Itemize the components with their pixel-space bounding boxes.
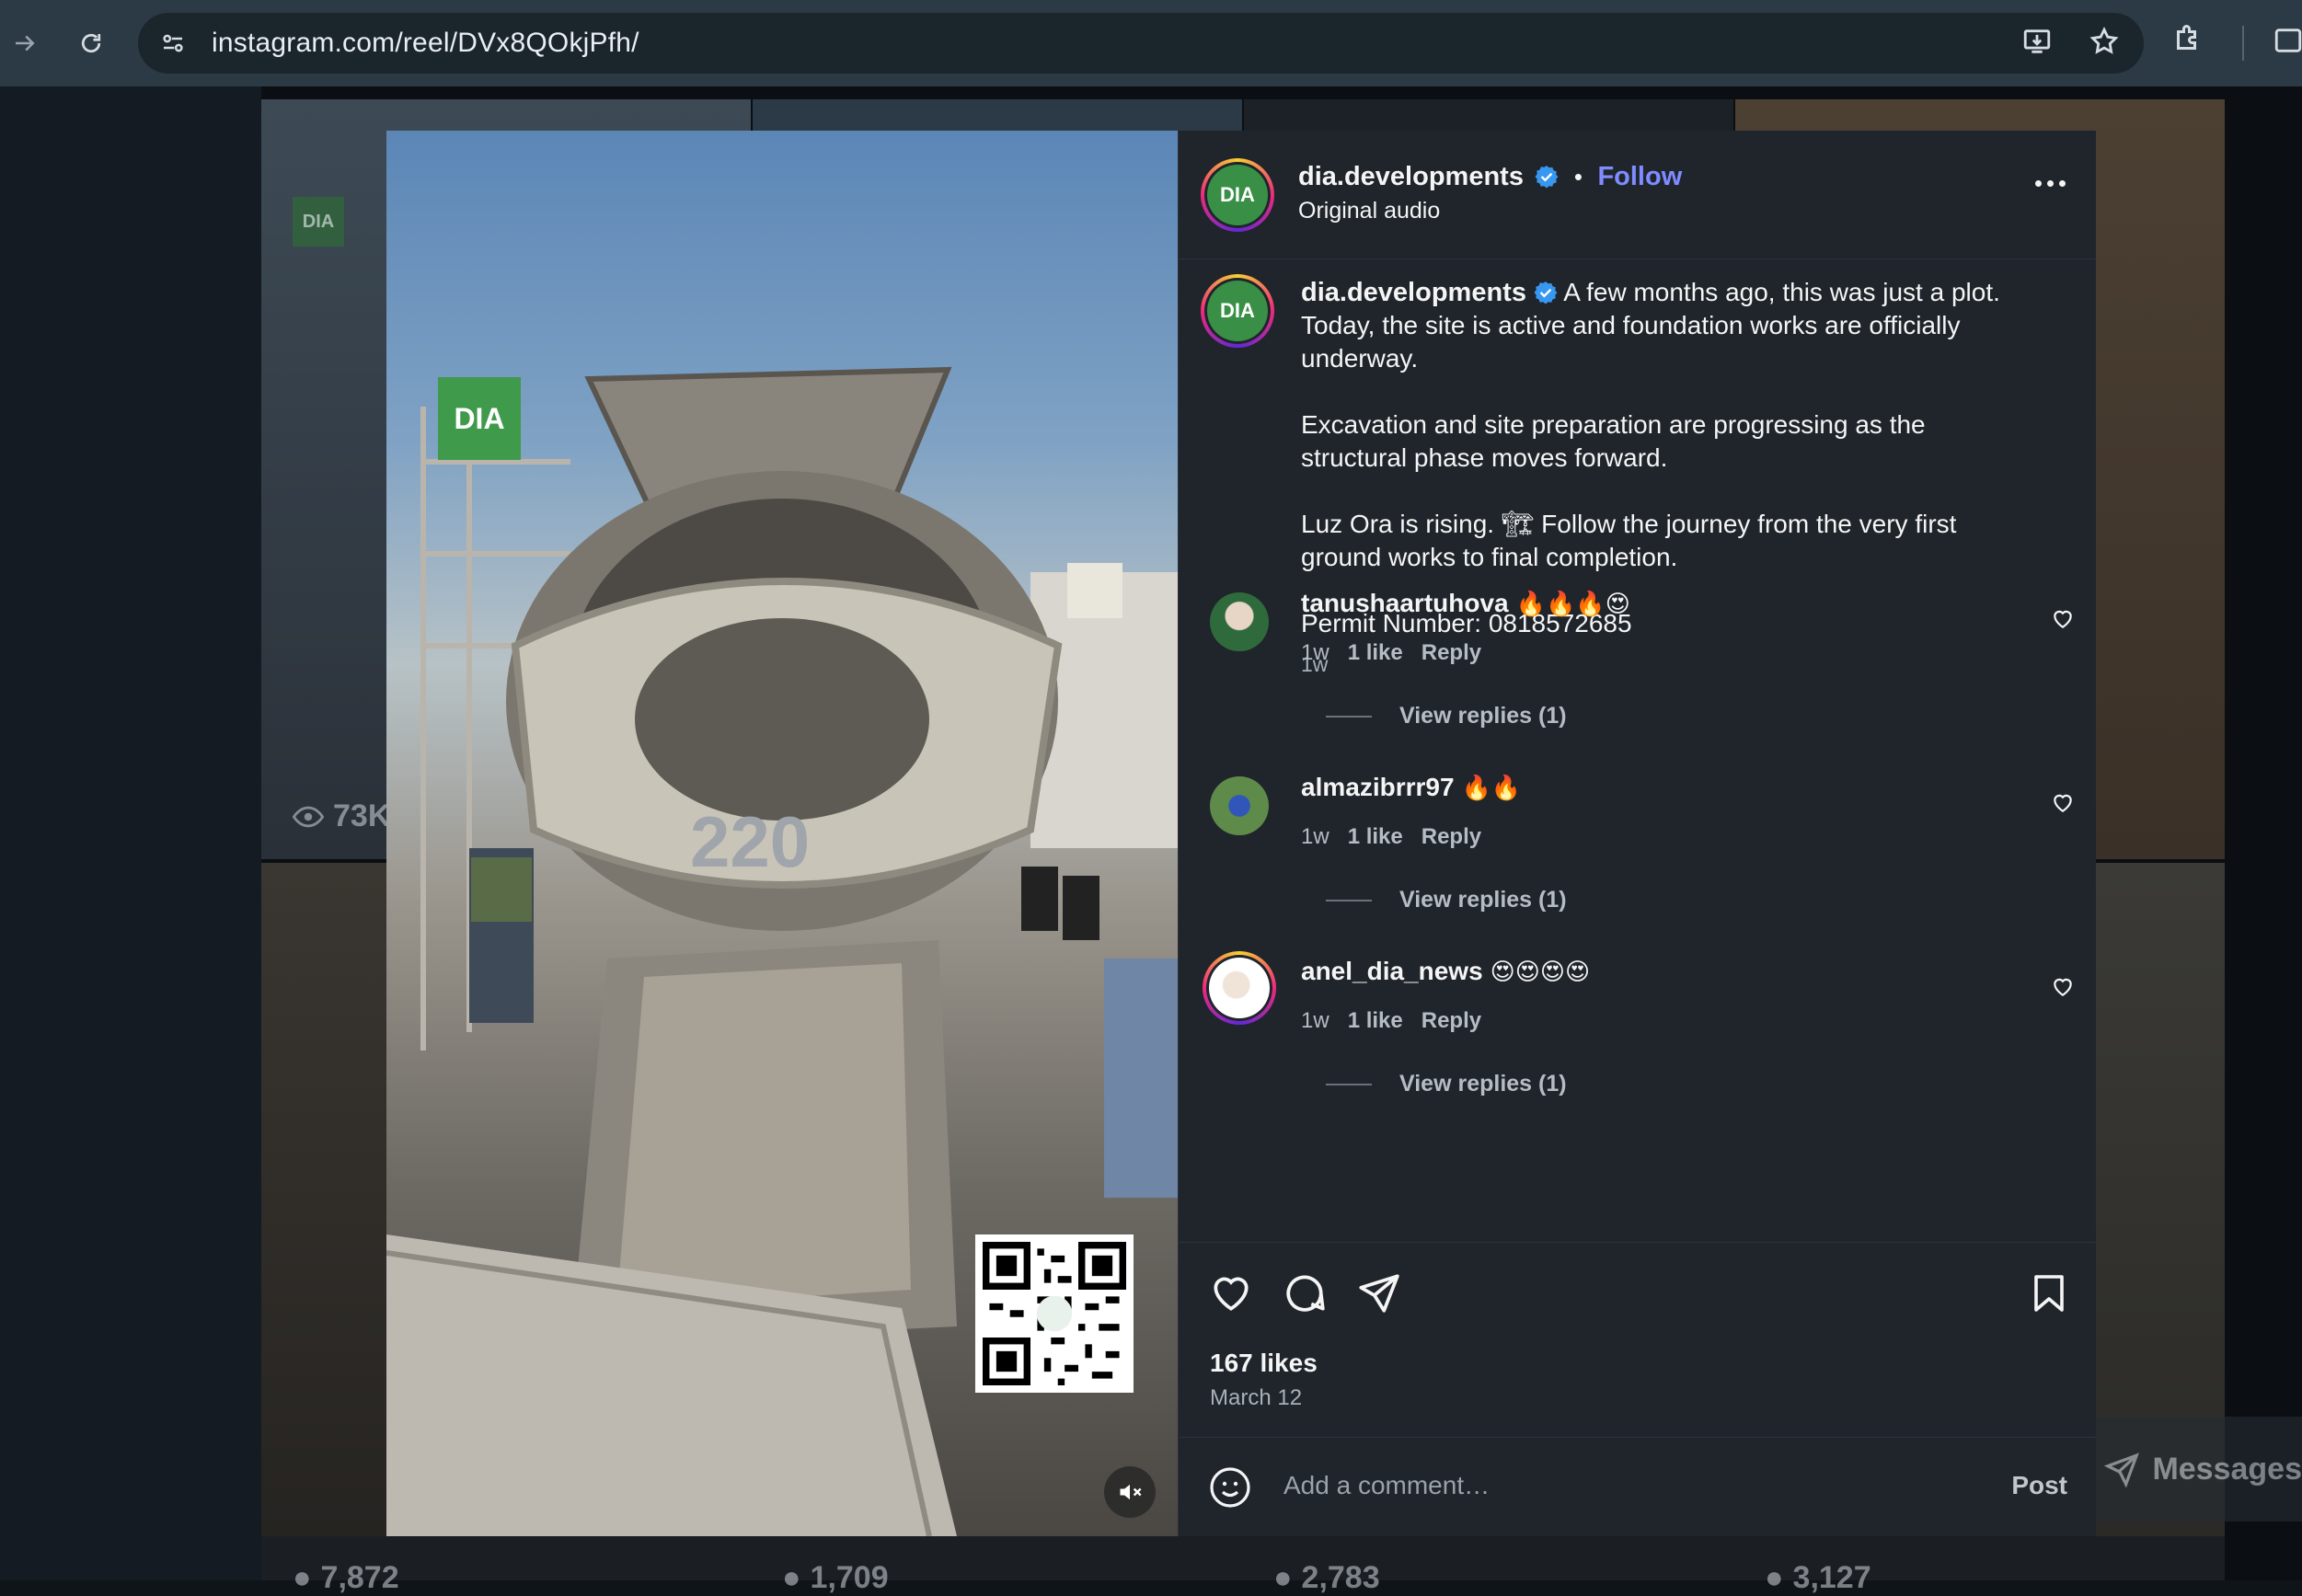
- tile-view-count: 73K: [293, 798, 390, 834]
- tile-view-count: ● 3,127: [1765, 1560, 1871, 1595]
- caption-username[interactable]: dia.developments: [1301, 278, 1526, 307]
- eye-icon: ●: [782, 1560, 801, 1595]
- commenter-avatar[interactable]: [1210, 592, 1269, 651]
- add-comment-bar: Add a comment… Post: [1179, 1437, 2097, 1536]
- reel-modal: 220 DIA DIA dia.developments • Follow Or…: [386, 131, 2097, 1536]
- reload-icon[interactable]: [68, 20, 114, 66]
- eye-icon: [293, 806, 324, 827]
- install-app-icon[interactable]: [2020, 26, 2054, 62]
- likes-count[interactable]: 167 likes: [1210, 1349, 1318, 1378]
- post-header: DIA dia.developments • Follow Original a…: [1179, 131, 2097, 259]
- side-panel-icon[interactable]: [2273, 22, 2302, 63]
- grid-tile[interactable]: [1244, 99, 1733, 131]
- extensions-icon[interactable]: [2171, 20, 2204, 62]
- left-sidebar: [0, 86, 261, 1580]
- caption-avatar[interactable]: DIA: [1201, 274, 1274, 348]
- toolbar-separator: [2242, 26, 2244, 61]
- tile-logo: DIA: [293, 197, 344, 247]
- forward-icon[interactable]: [2, 20, 48, 66]
- caption-paragraph: Luz Ora is rising. 🏗 Follow the journey …: [1301, 510, 1957, 571]
- reel-video[interactable]: 220 DIA: [386, 131, 1178, 1536]
- grid-tile[interactable]: [753, 99, 1242, 131]
- browser-toolbar: instagram.com/reel/DVx8QOkjPfh/: [0, 0, 2302, 86]
- tile-view-count: ● 1,709: [782, 1560, 889, 1595]
- grid-tile[interactable]: [261, 1536, 2225, 1580]
- verified-badge-icon: [1534, 281, 1558, 304]
- separator-dot: •: [1573, 163, 1583, 190]
- comment-time[interactable]: 1w: [1301, 640, 1329, 666]
- comment-icon[interactable]: [1282, 1270, 1328, 1316]
- url-text[interactable]: instagram.com/reel/DVx8QOkjPfh/: [212, 28, 639, 59]
- comment-time[interactable]: 1w: [1301, 824, 1329, 850]
- eye-icon: ●: [1273, 1560, 1293, 1595]
- view-replies-button[interactable]: View replies (1): [1326, 887, 1567, 913]
- emoji-icon[interactable]: [1208, 1465, 1252, 1510]
- replies-line: [1326, 715, 1372, 718]
- comment-likes[interactable]: 1 like: [1348, 824, 1403, 850]
- comment-meta: 1w 1 like Reply: [1301, 1008, 1481, 1034]
- comment-time[interactable]: 1w: [1301, 1008, 1329, 1034]
- send-icon: [2103, 1452, 2139, 1487]
- replies-line: [1326, 899, 1372, 901]
- eye-icon: ●: [1765, 1560, 1784, 1595]
- commenter-avatar[interactable]: [1203, 951, 1276, 1025]
- view-replies-button[interactable]: View replies (1): [1326, 1071, 1567, 1097]
- mute-toggle[interactable]: [1104, 1466, 1156, 1518]
- comment-meta: 1w 1 like Reply: [1301, 824, 1481, 850]
- comment-text: 🔥🔥🔥😍: [1515, 590, 1630, 617]
- post-date[interactable]: March 12: [1210, 1385, 1302, 1411]
- reply-button[interactable]: Reply: [1421, 640, 1481, 666]
- post-panel: DIA dia.developments • Follow Original a…: [1178, 131, 2097, 1536]
- messages-button[interactable]: Messages: [2096, 1417, 2302, 1521]
- dia-sign-logo: DIA: [438, 377, 521, 460]
- tile-view-count: ● 2,783: [1273, 1560, 1380, 1595]
- speaker-muted-icon: [1120, 1484, 1142, 1500]
- replies-line: [1326, 1083, 1372, 1085]
- view-replies-button[interactable]: View replies (1): [1326, 703, 1567, 729]
- reply-button[interactable]: Reply: [1421, 824, 1481, 850]
- like-comment-icon[interactable]: [2051, 975, 2075, 999]
- comments-scroll-area[interactable]: DIA dia.developments A few months ago, t…: [1179, 261, 2097, 1374]
- share-icon[interactable]: [1355, 1270, 1401, 1316]
- author-avatar[interactable]: DIA: [1201, 158, 1274, 232]
- qr-code: [975, 1234, 1134, 1393]
- verified-badge-icon: [1535, 166, 1559, 189]
- address-bar[interactable]: instagram.com/reel/DVx8QOkjPfh/: [138, 13, 2144, 74]
- save-bookmark-icon[interactable]: [2027, 1270, 2071, 1316]
- site-settings-icon[interactable]: [155, 25, 191, 62]
- eye-icon: ●: [293, 1560, 312, 1595]
- caption-paragraph: Excavation and site preparation are prog…: [1301, 410, 1926, 472]
- svg-text:220: 220: [690, 801, 810, 882]
- comment-input[interactable]: Add a comment…: [1283, 1471, 1490, 1500]
- comment-username[interactable]: anel_dia_news: [1301, 957, 1483, 985]
- comment-username[interactable]: almazibrrr97: [1301, 773, 1455, 801]
- like-comment-icon[interactable]: [2051, 791, 2075, 815]
- like-comment-icon[interactable]: [2051, 607, 2075, 631]
- comment-meta: 1w 1 like Reply: [1301, 640, 1481, 666]
- comment-likes[interactable]: 1 like: [1348, 1008, 1403, 1034]
- commenter-avatar[interactable]: [1210, 776, 1269, 835]
- post-comment-button[interactable]: Post: [2011, 1471, 2067, 1500]
- comment-likes[interactable]: 1 like: [1348, 640, 1403, 666]
- author-username[interactable]: dia.developments: [1298, 162, 1524, 191]
- post-caption: dia.developments A few months ago, this …: [1301, 276, 2037, 681]
- audio-label[interactable]: Original audio: [1298, 198, 1682, 224]
- more-options-icon[interactable]: [2035, 180, 2066, 187]
- reply-button[interactable]: Reply: [1421, 1008, 1481, 1034]
- follow-button[interactable]: Follow: [1597, 162, 1682, 191]
- comment-text: 😍😍😍😍: [1490, 958, 1591, 985]
- tile-view-count: ● 7,872: [293, 1560, 399, 1595]
- like-icon[interactable]: [1208, 1270, 1254, 1316]
- comment-username[interactable]: tanushaartuhova: [1301, 589, 1509, 617]
- comment-text: 🔥🔥: [1461, 774, 1522, 801]
- bookmark-star-icon[interactable]: [2089, 26, 2120, 62]
